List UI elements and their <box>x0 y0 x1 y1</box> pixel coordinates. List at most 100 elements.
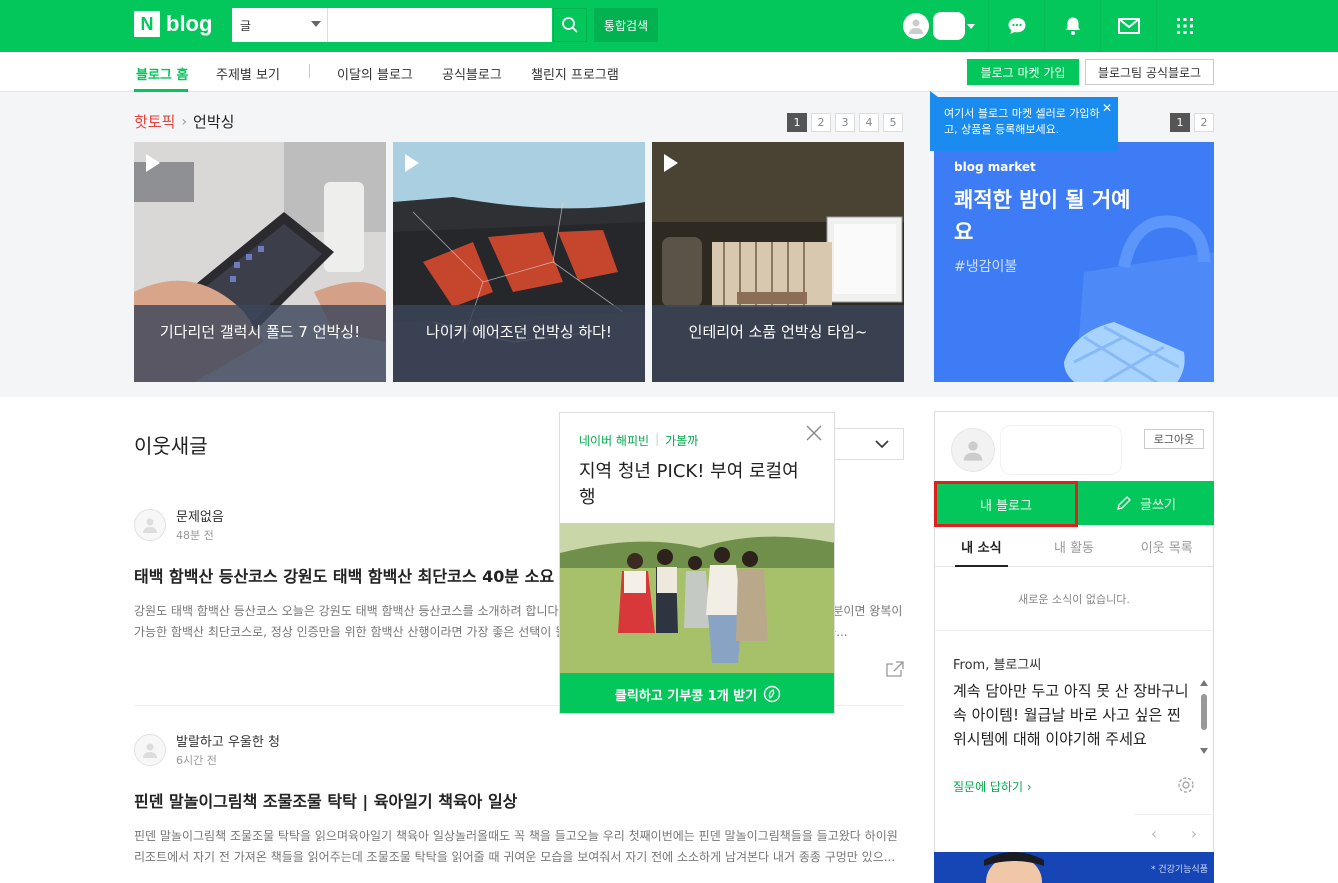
bottom-ad-banner[interactable]: * 건강기능식품 <box>934 852 1214 883</box>
avatar[interactable] <box>951 428 995 472</box>
question-text[interactable]: 계속 담아만 두고 아직 못 산 장바구니 속 아이템! 월급날 바로 사고 싶… <box>953 679 1193 751</box>
user-icon <box>143 743 157 758</box>
happybean-ad-popup: 네이버 해피빈 | 가볼까 지역 청년 PICK! 부여 로컬여행 클릭하고 기… <box>559 412 835 714</box>
top-header: N blog 글 통합검색 <box>0 0 1338 52</box>
card-caption: 기다리던 갤럭시 폴드 7 언박싱! <box>134 305 386 382</box>
naver-blog-logo[interactable]: N blog <box>134 11 212 37</box>
ad-headline[interactable]: 지역 청년 PICK! 부여 로컬여행 <box>579 459 799 511</box>
chevron-right-icon[interactable]: › <box>1174 815 1214 852</box>
user-icon <box>963 441 983 461</box>
ad-cta-button[interactable]: 클릭하고 기부콩 1개 받기 <box>560 673 834 713</box>
chat-icon <box>1008 18 1025 34</box>
page-button[interactable]: 1 <box>787 113 807 132</box>
chevron-left-icon[interactable]: ‹ <box>1134 815 1174 852</box>
banner-hashtag: #냉감이불 <box>954 259 1018 275</box>
username-pill <box>933 12 965 40</box>
mail-icon <box>1117 18 1140 34</box>
post-excerpt[interactable]: 핀덴 말놀이그림책 조물조물 탁탁을 읽으며육아일기 책육아 일상놀러올때도 꼭… <box>134 826 904 868</box>
gear-icon[interactable] <box>1177 776 1195 794</box>
close-icon[interactable]: ✕ <box>1102 100 1112 116</box>
avatar <box>134 508 166 541</box>
question-scrollbar[interactable] <box>1200 680 1208 754</box>
market-join-button[interactable]: 블로그 마켓 가입 <box>967 59 1079 85</box>
caret-down-icon <box>967 23 975 29</box>
author-name: 문제없음 <box>176 510 224 525</box>
blog-market-banner[interactable]: blog market 쾌적한 밤이 될 거예요 #냉감이불 <box>934 142 1214 382</box>
user-icon <box>909 19 923 34</box>
ad-brand: 네이버 해피빈 | 가볼까 <box>579 432 698 449</box>
hot-topic-card[interactable]: 기다리던 갤럭시 폴드 7 언박싱! <box>134 142 386 382</box>
nav-challenge-program[interactable]: 챌린지 프로그램 <box>531 64 619 83</box>
hot-topic-name: 언박싱 <box>193 113 235 131</box>
hot-topic-card[interactable]: 인테리어 소품 언박싱 타임~ <box>652 142 904 382</box>
avatar <box>903 13 929 39</box>
total-search-button[interactable]: 통합검색 <box>594 8 658 42</box>
nav-by-topic[interactable]: 주제별 보기 <box>216 64 280 83</box>
blogc-question: From, 블로그씨 계속 담아만 두고 아직 못 산 장바구니 속 아이템! … <box>953 654 1193 794</box>
page-button[interactable]: 1 <box>1170 113 1190 132</box>
market-pager: 1 2 <box>1170 113 1214 132</box>
top-icons <box>988 0 1212 52</box>
feed-filter-dropdown[interactable] <box>830 428 904 460</box>
search-button[interactable] <box>553 8 587 42</box>
hot-topic-pager: 1 2 3 4 5 <box>787 113 903 132</box>
grid-icon <box>1176 18 1193 34</box>
ad-disclaimer: * 건강기능식품 <box>1150 865 1208 875</box>
close-icon[interactable] <box>806 425 822 441</box>
profile-tabs: 내 소식 내 활동 이웃 목록 <box>935 527 1213 567</box>
search-input[interactable] <box>328 8 552 42</box>
ad-cta-label: 클릭하고 기부콩 1개 받기 <box>614 688 758 704</box>
play-icon <box>146 154 160 172</box>
ad-brand-sub: 가볼까 <box>665 434 699 448</box>
hot-topic-title: 핫토픽 › 언박싱 <box>134 111 234 132</box>
question-nav: ‹ › <box>1134 814 1214 852</box>
play-icon <box>664 154 678 172</box>
write-button[interactable]: 글쓰기 <box>1078 481 1214 525</box>
apps-button[interactable] <box>1156 0 1212 52</box>
my-blog-button[interactable]: 내 블로그 <box>934 481 1078 527</box>
search-type-select[interactable]: 글 <box>232 8 328 42</box>
tab-my-activity[interactable]: 내 활동 <box>1028 527 1121 566</box>
feed-post: 발랄하고 우울한 청 6시간 전 핀덴 말놀이그림책 조물조물 탁탁 | 육아일… <box>134 731 904 868</box>
search-icon <box>562 17 578 33</box>
page-button[interactable]: 2 <box>1194 113 1214 132</box>
ad-person-image <box>984 852 1044 883</box>
empty-news-message: 새로운 소식이 없습니다. <box>935 567 1213 631</box>
post-title[interactable]: 핀덴 말놀이그림책 조물조물 탁탁 | 육아일기 책육아 일상 <box>134 788 904 812</box>
answer-question-link[interactable]: 질문에 답하기 › <box>953 778 1032 795</box>
nav-official-blogs[interactable]: 공식블로그 <box>442 64 502 83</box>
ad-photo[interactable] <box>560 523 835 673</box>
tab-my-news[interactable]: 내 소식 <box>935 527 1028 567</box>
search-type-label: 글 <box>240 18 252 33</box>
page-button[interactable]: 5 <box>883 113 903 132</box>
post-author[interactable]: 발랄하고 우울한 청 6시간 전 <box>134 731 904 768</box>
write-label: 글쓰기 <box>1140 497 1176 513</box>
tab-neighbor-list[interactable]: 이웃 목록 <box>1120 527 1213 566</box>
pencil-icon <box>1117 496 1131 510</box>
bean-icon <box>763 685 781 703</box>
mail-button[interactable] <box>1100 0 1156 52</box>
share-icon[interactable] <box>886 661 904 677</box>
page-button[interactable]: 4 <box>859 113 879 132</box>
nav-blog-of-month[interactable]: 이달의 블로그 <box>337 64 413 83</box>
nav-blog-home[interactable]: 블로그 홈 <box>136 64 188 83</box>
chat-button[interactable] <box>988 0 1044 52</box>
avatar <box>134 733 166 766</box>
page-button[interactable]: 2 <box>811 113 831 132</box>
market-tooltip: 여기서 블로그 마켓 셀러로 가입하고, 상품을 등록해보세요. ✕ <box>930 91 1118 151</box>
official-blog-button[interactable]: 블로그팀 공식블로그 <box>1085 59 1214 85</box>
hot-topic-label[interactable]: 핫토픽 <box>134 111 175 132</box>
answer-label: 질문에 답하기 <box>953 780 1024 794</box>
brand-separator: | <box>655 432 660 446</box>
card-caption: 인테리어 소품 언박싱 타임~ <box>652 305 904 382</box>
user-profile-menu[interactable] <box>903 12 975 40</box>
tooltip-text: 여기서 블로그 마켓 셀러로 가입하고, 상품을 등록해보세요. <box>944 107 1100 136</box>
post-time: 6시간 전 <box>176 754 217 767</box>
logout-button[interactable]: 로그아웃 <box>1144 429 1204 449</box>
hot-topic-card[interactable]: 나이키 에어조던 언박싱 하다! <box>393 142 645 382</box>
chevron-down-icon <box>875 440 889 449</box>
play-icon <box>405 154 419 172</box>
notification-button[interactable] <box>1044 0 1100 52</box>
page-button[interactable]: 3 <box>835 113 855 132</box>
caret-down-icon <box>311 21 321 27</box>
